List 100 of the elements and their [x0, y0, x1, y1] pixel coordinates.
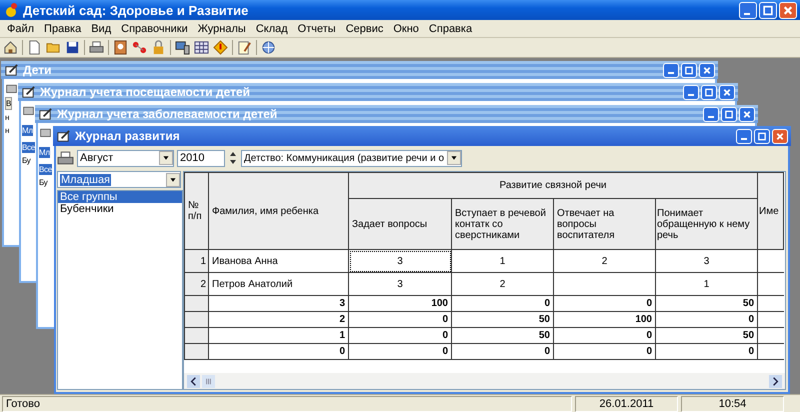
table-cell[interactable]: 1 [656, 272, 758, 296]
menu-item[interactable]: Вид [86, 22, 116, 34]
close-button[interactable] [699, 62, 715, 78]
minimize-button[interactable] [703, 106, 719, 122]
group-dropdown[interactable]: Младшая [57, 171, 181, 188]
table-cell[interactable]: 2 [452, 272, 554, 296]
menu-item[interactable]: Справка [424, 22, 478, 34]
list-item[interactable]: Все группы [58, 191, 182, 203]
close-button[interactable] [779, 2, 797, 18]
menu-item[interactable]: Справочники [116, 22, 193, 34]
lock-icon[interactable] [151, 40, 166, 55]
list-item[interactable]: Бу [22, 155, 30, 166]
maximize-button[interactable] [701, 84, 717, 100]
table-cell: 0 [656, 344, 758, 360]
menu-item[interactable]: Склад [250, 22, 293, 34]
status-date: 26.01.2011 [575, 396, 678, 412]
table-cell: 0 [452, 296, 554, 312]
maximize-button[interactable] [759, 2, 777, 18]
table-cell[interactable]: 3 [656, 250, 758, 272]
save-icon[interactable] [65, 40, 80, 55]
printer-icon[interactable] [89, 40, 104, 55]
window-title: Журнал учета заболеваемости детей [57, 107, 278, 121]
table-cell: 100 [348, 296, 452, 312]
horizontal-scrollbar[interactable] [184, 373, 785, 389]
printer-icon[interactable] [57, 150, 74, 166]
list-item[interactable]: Все [22, 142, 35, 153]
table-cell: 0 [554, 296, 656, 312]
status-time: 10:54 [681, 396, 784, 412]
window-title: Журнал развития [75, 129, 180, 143]
table-cell[interactable]: 2 [554, 250, 656, 272]
column-header: Задает вопросы [348, 198, 452, 250]
maximize-icon [684, 66, 694, 74]
list-item[interactable]: Бу [39, 177, 48, 188]
list-item[interactable]: н [5, 125, 10, 136]
scroll-left-icon[interactable] [187, 374, 200, 388]
scroll-thumb-icon[interactable] [202, 374, 215, 388]
table-cell: 50 [656, 328, 758, 344]
menu-item[interactable]: Окно [388, 22, 424, 34]
notepad-icon[interactable] [237, 40, 252, 55]
table-cell: 1 [208, 328, 348, 344]
list-item[interactable]: Бубенчики [58, 203, 182, 215]
document-icon[interactable] [27, 40, 42, 55]
journal-icon [21, 84, 36, 100]
minimize-button[interactable] [663, 62, 679, 78]
table-cell: 0 [452, 344, 554, 360]
column-header: Отвечает на вопросы воспитателя [554, 198, 656, 250]
menu-item[interactable]: Файл [2, 22, 40, 34]
close-icon [702, 66, 712, 74]
table-cell: 0 [348, 328, 452, 344]
close-button[interactable] [739, 106, 755, 122]
maximize-button[interactable] [721, 106, 737, 122]
table-cell[interactable]: 3 [348, 250, 452, 272]
table-cell: 2 [208, 312, 348, 328]
table-cell: 50 [452, 312, 554, 328]
diamond-icon[interactable] [213, 40, 228, 55]
journal-icon [56, 128, 71, 144]
window-title: Журнал учета посещаемости детей [40, 85, 250, 99]
minimize-button[interactable] [736, 128, 752, 144]
computer-icon[interactable] [175, 40, 190, 55]
table-cell[interactable]: 3 [348, 272, 452, 296]
dots-icon[interactable] [132, 40, 147, 55]
list-item[interactable]: Все [39, 164, 52, 175]
row-number: 2 [184, 272, 208, 296]
table-cell: 0 [348, 344, 452, 360]
table-cell: 0 [348, 312, 452, 328]
month-dropdown[interactable]: Август [77, 150, 174, 166]
maximize-button[interactable] [754, 128, 770, 144]
close-button[interactable] [772, 128, 788, 144]
maximize-icon [704, 88, 714, 96]
toolbar-icon[interactable] [39, 126, 52, 139]
menu-item[interactable]: Правка [39, 22, 86, 34]
globe-icon[interactable] [261, 40, 276, 55]
table-cell: Иванова Анна [208, 250, 348, 272]
minimize-button[interactable] [739, 2, 757, 18]
minimize-icon [688, 94, 694, 96]
table-cell: 100 [554, 312, 656, 328]
minimize-button[interactable] [683, 84, 699, 100]
group-dropdown[interactable]: Мл [39, 147, 50, 158]
column-header: Вступает в речевой контатк со сверстниками [452, 198, 554, 250]
scroll-right-icon[interactable] [769, 374, 782, 388]
menu-item[interactable]: Сервис [340, 22, 388, 34]
close-icon [775, 132, 785, 140]
year-spinner[interactable]: 2010 [177, 150, 225, 166]
maximize-button[interactable] [681, 62, 697, 78]
menu-item[interactable]: Отчеты [292, 22, 341, 34]
grid-icon[interactable] [194, 40, 209, 55]
table-cell: 0 [656, 312, 758, 328]
table-cell: 0 [554, 328, 656, 344]
menu-item[interactable]: Журналы [192, 22, 251, 34]
id-card-icon[interactable] [113, 40, 128, 55]
close-button[interactable] [719, 84, 735, 100]
column-group-header: Развитие связной речи [348, 172, 758, 198]
list-item[interactable]: н [5, 112, 10, 123]
table-cell[interactable]: 1 [452, 250, 554, 272]
toolbar-icon[interactable] [5, 82, 18, 95]
section-dropdown[interactable]: Детство: Коммуникация (развитие речи и о [241, 150, 462, 166]
toolbar-icon[interactable] [22, 104, 35, 117]
home-icon[interactable] [3, 40, 18, 55]
table-cell: 0 [554, 344, 656, 360]
group-dropdown[interactable]: Мл [22, 125, 33, 136]
